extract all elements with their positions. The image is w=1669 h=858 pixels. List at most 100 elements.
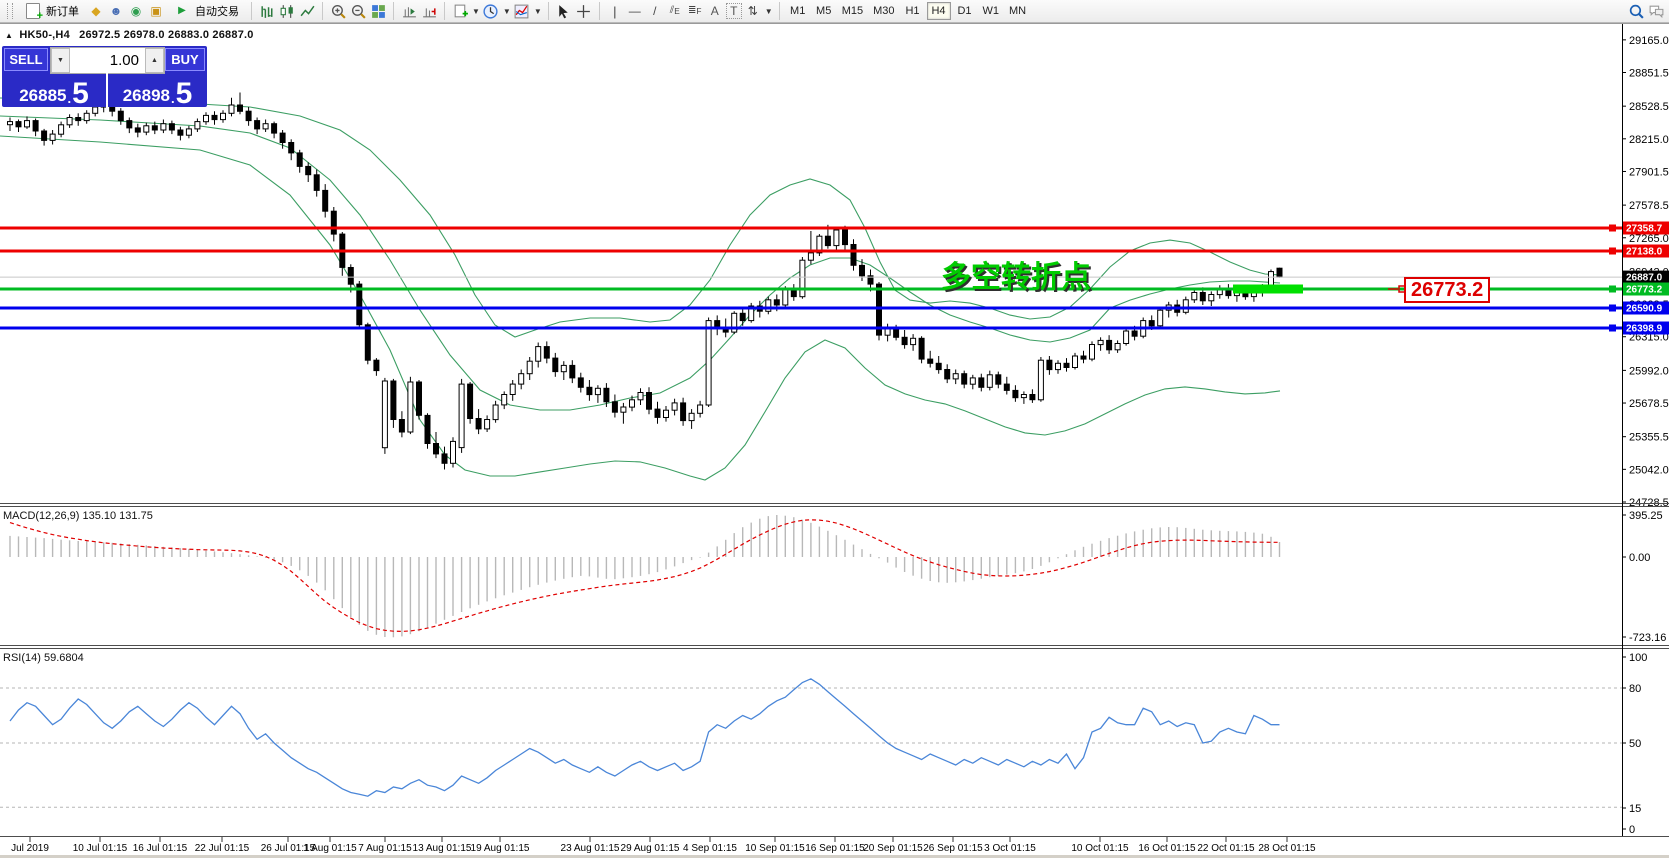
svg-text:25042.0: 25042.0 — [1629, 464, 1669, 476]
mt4-window: 29165.0 28851.5 28528.5 28215.0 27901.5 27578… — [0, 0, 1669, 858]
vertical-line-tool-icon[interactable]: | — [606, 2, 624, 20]
arrows-tool-icon[interactable]: ⇅ — [744, 2, 762, 20]
symbol-collapse-icon[interactable]: ▲ — [5, 31, 13, 40]
svg-text:10 Oct 01:15: 10 Oct 01:15 — [1071, 843, 1129, 854]
svg-text:3 Oct 01:15: 3 Oct 01:15 — [984, 843, 1036, 854]
tab-timeframe-mn[interactable]: MN — [1005, 2, 1030, 20]
auto-trading-button[interactable]: ▶ 自动交易 — [167, 1, 245, 21]
buy-price[interactable]: 26898. 5 — [108, 73, 207, 109]
svg-text:10 Jul 01:15: 10 Jul 01:15 — [73, 843, 128, 854]
macd-panel: 395.25 0.00 -723.16 — [9, 510, 1666, 644]
cursor-icon[interactable] — [555, 2, 573, 20]
data-window-icon[interactable]: ☻ — [107, 2, 125, 20]
svg-text:10 Sep 01:15: 10 Sep 01:15 — [745, 843, 805, 854]
fibonacci-tool-icon[interactable]: ≣ F — [686, 2, 704, 20]
svg-text:26887.0: 26887.0 — [1626, 273, 1663, 284]
price-callout-label[interactable]: 26773.2 — [1404, 277, 1491, 303]
crosshair-icon[interactable] — [575, 2, 593, 20]
symbol-name: HK50-,H4 — [19, 29, 70, 41]
tab-timeframe-w1[interactable]: W1 — [979, 2, 1004, 20]
tab-timeframe-d1[interactable]: D1 — [953, 2, 977, 20]
toolbar-grip[interactable] — [7, 3, 13, 19]
navigator-icon[interactable]: ◉ — [127, 2, 145, 20]
svg-text:29165.0: 29165.0 — [1629, 35, 1669, 47]
svg-text:27265.0: 27265.0 — [1629, 233, 1669, 245]
svg-text:27901.5: 27901.5 — [1629, 167, 1669, 179]
new-order-icon: + — [26, 3, 43, 22]
indicators-dropdown-icon[interactable]: ▼ — [534, 7, 542, 16]
toolbar: + 新订单 ◆ ☻ ◉ ▣ ▶ 自动交易 ▼ ▼ ▼ | — / ⫽ E ≣ F… — [0, 0, 1669, 23]
svg-text:7 Aug 01:15: 7 Aug 01:15 — [358, 843, 412, 854]
indicators-icon[interactable] — [513, 2, 531, 20]
chart-shift-icon[interactable] — [400, 2, 418, 20]
bar-chart-icon[interactable] — [258, 2, 276, 20]
market-watch-icon[interactable]: ◆ — [87, 2, 105, 20]
templates-icon[interactable] — [451, 2, 469, 20]
svg-text:16 Oct 01:15: 16 Oct 01:15 — [1138, 843, 1196, 854]
chat-icon[interactable] — [1647, 2, 1665, 20]
svg-text:23 Aug 01:15: 23 Aug 01:15 — [561, 843, 620, 854]
svg-text:16 Sep 01:15: 16 Sep 01:15 — [805, 843, 865, 854]
tab-timeframe-m15[interactable]: M15 — [838, 2, 867, 20]
arrows-dropdown-icon[interactable]: ▼ — [765, 7, 773, 16]
macd-indicator-title: MACD(12,26,9) 135.10 131.75 — [3, 510, 153, 522]
chart-annotation-text[interactable]: 多空转折点 — [941, 252, 1091, 296]
svg-text:26 Sep 01:15: 26 Sep 01:15 — [923, 843, 983, 854]
svg-text:22 Jul 01:15: 22 Jul 01:15 — [195, 843, 250, 854]
svg-text:Jul 2019: Jul 2019 — [11, 843, 49, 854]
tab-timeframe-h1[interactable]: H1 — [901, 2, 925, 20]
text-tool-icon[interactable]: A — [706, 2, 724, 20]
tab-timeframe-m1[interactable]: M1 — [786, 2, 810, 20]
svg-text:16 Jul 01:15: 16 Jul 01:15 — [133, 843, 188, 854]
rsi-panel: 100 80 50 15 0 — [0, 652, 1647, 836]
svg-text:50: 50 — [1629, 738, 1641, 750]
new-order-button[interactable]: + 新订单 — [18, 1, 85, 22]
templates-dropdown-icon[interactable]: ▼ — [472, 7, 480, 16]
price-chart[interactable]: 29165.0 28851.5 28528.5 28215.0 27901.5 27578… — [0, 0, 1669, 858]
zoom-out-icon[interactable] — [349, 2, 367, 20]
highlight-zone-box[interactable] — [1233, 284, 1303, 294]
tab-timeframe-h4[interactable]: H4 — [926, 2, 951, 20]
buy-button[interactable]: BUY — [165, 48, 205, 71]
new-order-label: 新订单 — [46, 6, 79, 18]
search-icon[interactable] — [1627, 2, 1645, 20]
svg-text:80: 80 — [1629, 683, 1641, 695]
candlestick-chart-icon[interactable] — [278, 2, 296, 20]
symbol-title: ▲ HK50-,H4 26972.5 26978.0 26883.0 26887… — [5, 29, 254, 41]
svg-text:26773.2: 26773.2 — [1626, 285, 1663, 296]
svg-text:20 Sep 01:15: 20 Sep 01:15 — [863, 843, 923, 854]
svg-text:0.00: 0.00 — [1629, 552, 1650, 564]
volume-value[interactable]: 1.00 — [70, 48, 145, 73]
line-chart-icon[interactable] — [298, 2, 316, 20]
volume-increase-button[interactable]: ▲ — [145, 48, 164, 73]
zoom-in-icon[interactable] — [329, 2, 347, 20]
auto-trading-icon: ▶ — [178, 5, 186, 16]
channel-tool-icon[interactable]: ⫽ E — [666, 2, 684, 20]
svg-text:0: 0 — [1629, 824, 1635, 836]
svg-text:100: 100 — [1629, 652, 1647, 664]
tab-timeframe-m5[interactable]: M5 — [812, 2, 836, 20]
horizontal-line-tool-icon[interactable]: — — [626, 2, 644, 20]
label-tool-icon[interactable]: T — [725, 3, 742, 19]
periods-icon[interactable] — [482, 2, 500, 20]
sell-button[interactable]: SELL — [4, 48, 48, 71]
svg-text:28215.0: 28215.0 — [1629, 134, 1669, 146]
tab-timeframe-m30[interactable]: M30 — [869, 2, 898, 20]
trendline-tool-icon[interactable]: / — [646, 2, 664, 20]
sell-price[interactable]: 26885. 5 — [2, 73, 108, 109]
volume-decrease-button[interactable]: ▼ — [51, 48, 70, 73]
svg-text:28528.5: 28528.5 — [1629, 101, 1669, 113]
periods-dropdown-icon[interactable]: ▼ — [503, 7, 511, 16]
svg-text:29 Aug 01:15: 29 Aug 01:15 — [621, 843, 680, 854]
svg-text:28 Oct 01:15: 28 Oct 01:15 — [1258, 843, 1316, 854]
svg-text:26398.9: 26398.9 — [1626, 324, 1663, 335]
panel-separators[interactable] — [0, 23, 1669, 858]
terminal-icon[interactable]: ▣ — [147, 2, 165, 20]
svg-text:27358.7: 27358.7 — [1626, 224, 1663, 235]
tile-windows-icon[interactable] — [369, 2, 387, 20]
svg-text:15: 15 — [1629, 803, 1641, 815]
svg-text:25355.5: 25355.5 — [1629, 432, 1669, 444]
auto-scroll-icon[interactable] — [420, 2, 438, 20]
volume-stepper: ▼ 1.00 ▲ — [50, 47, 165, 74]
svg-text:27138.0: 27138.0 — [1626, 247, 1663, 258]
